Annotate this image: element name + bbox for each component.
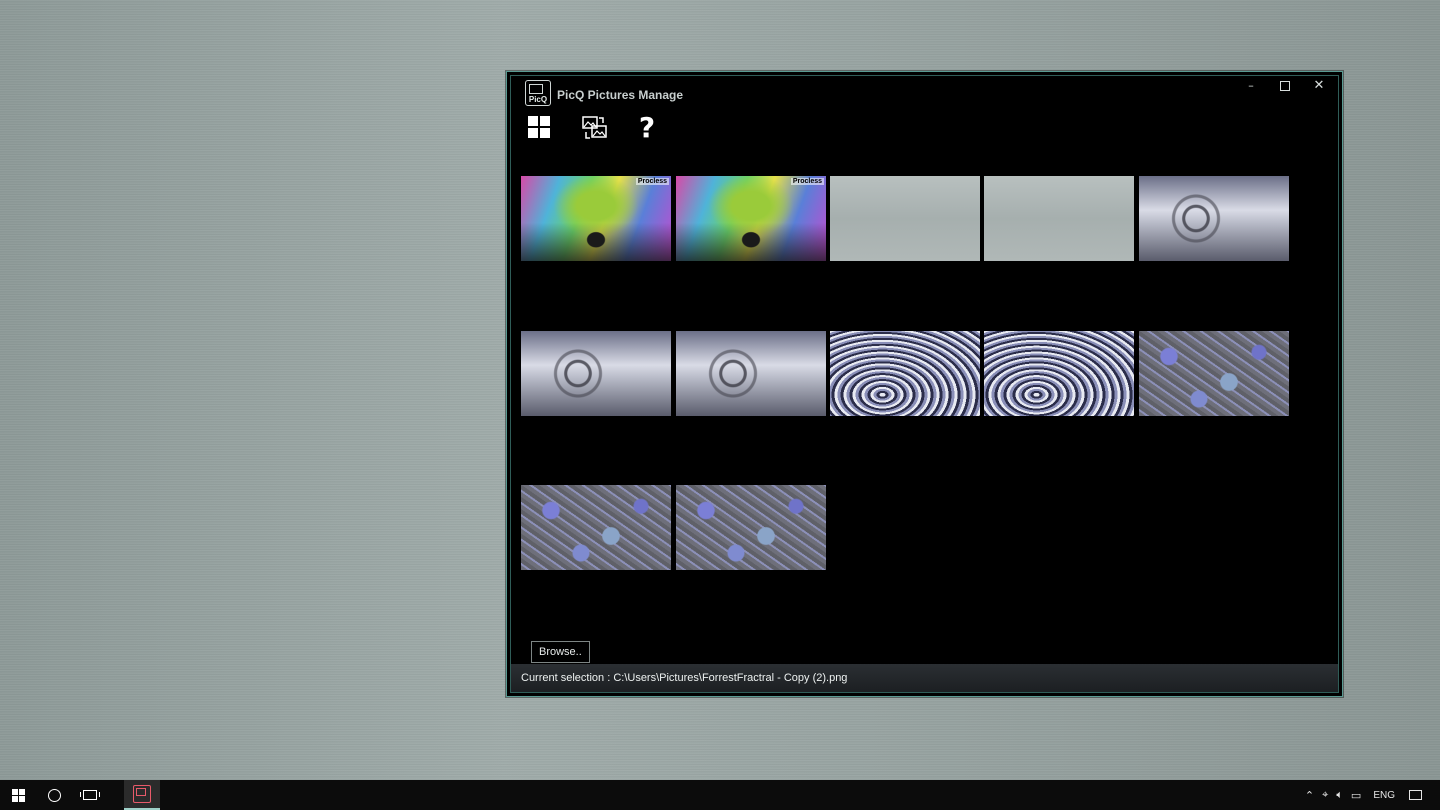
window-title: PicQ Pictures Manage bbox=[557, 88, 684, 102]
app-window: PicQ PicQ Pictures Manage – ✕ ? Procless… bbox=[506, 71, 1343, 697]
picq-app-icon bbox=[133, 785, 151, 803]
thumbnail[interactable] bbox=[984, 176, 1134, 261]
task-view-button[interactable] bbox=[72, 780, 108, 810]
thumbnail[interactable] bbox=[676, 331, 826, 416]
maximize-icon bbox=[1280, 81, 1290, 91]
thumbnail[interactable] bbox=[984, 331, 1134, 416]
thumbnail[interactable] bbox=[676, 485, 826, 570]
language-indicator[interactable]: ENG bbox=[1373, 790, 1395, 801]
network-icon[interactable]: ⌖ bbox=[1322, 788, 1328, 802]
thumbnail[interactable] bbox=[830, 176, 980, 261]
thumbnail-label: Procless bbox=[635, 178, 669, 185]
task-view-icon bbox=[80, 790, 100, 800]
window-frame: PicQ PicQ Pictures Manage – ✕ ? Procless… bbox=[510, 75, 1339, 693]
maximize-button[interactable] bbox=[1268, 76, 1302, 96]
battery-icon[interactable]: ▭ bbox=[1351, 789, 1361, 802]
logo-frames-icon bbox=[529, 84, 543, 94]
logo-text: PicQ bbox=[528, 95, 548, 104]
thumbnail-label: Procless bbox=[790, 178, 824, 185]
thumbnail[interactable] bbox=[521, 331, 671, 416]
search-button[interactable] bbox=[36, 780, 72, 810]
thumbnail[interactable] bbox=[830, 331, 980, 416]
thumbnail[interactable] bbox=[521, 485, 671, 570]
system-tray: ⌃ ⌖ 🔈︎ ▭ ENG bbox=[1301, 780, 1440, 810]
app-logo-icon: PicQ bbox=[525, 80, 551, 106]
windows-logo-icon bbox=[11, 788, 25, 802]
chevron-up-icon[interactable]: ⌃ bbox=[1305, 789, 1314, 802]
taskbar: ⌃ ⌖ 🔈︎ ▭ ENG bbox=[0, 780, 1440, 810]
swap-pictures-icon bbox=[582, 116, 607, 139]
volume-icon[interactable]: 🔈︎ bbox=[1336, 788, 1343, 802]
close-button[interactable]: ✕ bbox=[1302, 76, 1336, 96]
browse-button[interactable]: Browse.. bbox=[531, 641, 590, 663]
start-button[interactable] bbox=[0, 780, 36, 810]
help-button[interactable]: ? bbox=[633, 114, 661, 142]
taskbar-app-picq[interactable] bbox=[124, 780, 160, 810]
swap-pictures-button[interactable] bbox=[581, 114, 609, 142]
thumbnail[interactable] bbox=[1139, 331, 1289, 416]
grid-view-button[interactable] bbox=[527, 114, 555, 142]
current-selection-text: Current selection : C:\Users\Pictures\Fo… bbox=[521, 672, 848, 684]
search-circle-icon bbox=[47, 788, 61, 802]
minimize-button[interactable]: – bbox=[1234, 76, 1268, 96]
thumbnail[interactable]: Procless bbox=[521, 176, 671, 261]
notifications-icon[interactable] bbox=[1409, 790, 1422, 800]
thumbnail[interactable]: Procless bbox=[676, 176, 826, 261]
thumbnail[interactable] bbox=[1139, 176, 1289, 261]
title-bar[interactable]: PicQ PicQ Pictures Manage – ✕ bbox=[511, 76, 1338, 112]
status-bar: Current selection : C:\Users\Pictures\Fo… bbox=[511, 664, 1338, 692]
